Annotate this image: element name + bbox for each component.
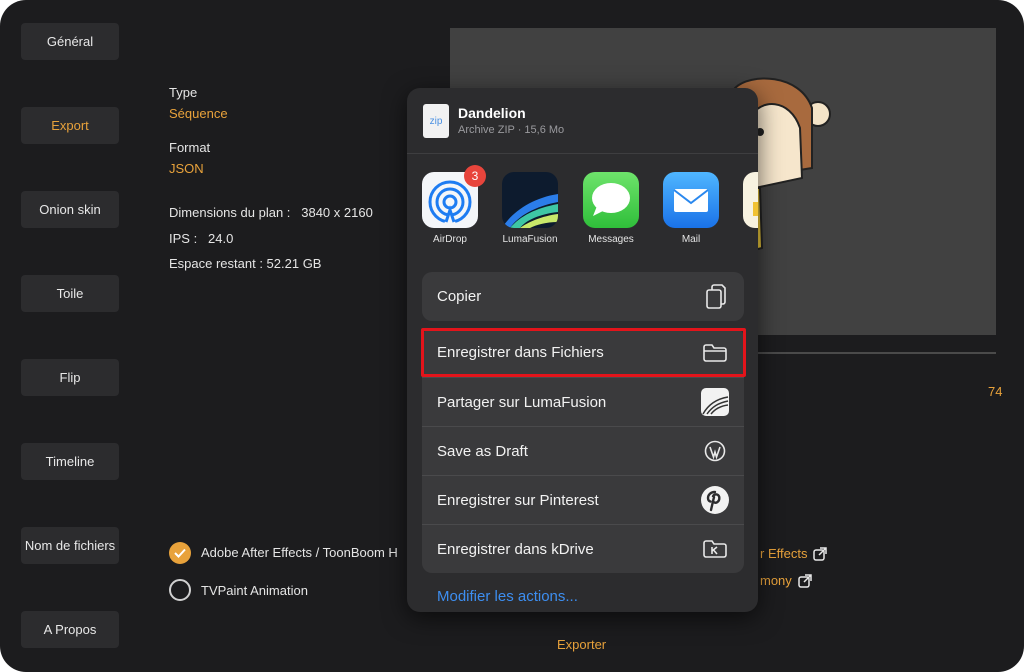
save-to-files-action[interactable]: Enregistrer dans Fichiers bbox=[422, 328, 744, 377]
sidebar-item-about[interactable]: A Propos bbox=[21, 611, 119, 648]
share-app-messages[interactable]: Messages bbox=[579, 172, 643, 245]
messages-icon bbox=[583, 172, 639, 228]
copy-label: Copier bbox=[437, 288, 482, 305]
action-label: Enregistrer dans kDrive bbox=[437, 540, 594, 558]
copy-icon bbox=[700, 282, 730, 312]
kdrive-icon bbox=[700, 534, 730, 564]
lumafusion-icon bbox=[502, 172, 558, 228]
copy-action[interactable]: Copier bbox=[422, 272, 744, 321]
app-label: Mail bbox=[681, 234, 701, 245]
sidebar-item-general[interactable]: Général bbox=[21, 23, 119, 60]
sidebar-item-flip[interactable]: Flip bbox=[21, 359, 119, 396]
dimensions-text: Dimensions du plan : 3840 x 2160 bbox=[169, 205, 373, 220]
app-label: AirDrop bbox=[433, 234, 467, 245]
share-app-partial[interactable] bbox=[743, 172, 758, 228]
share-app-lumafusion[interactable]: LumaFusion bbox=[498, 172, 562, 245]
actions-group: Enregistrer dans Fichiers Partager sur L… bbox=[422, 328, 744, 573]
after-effects-checkbox[interactable] bbox=[169, 542, 191, 564]
save-kdrive-action[interactable]: Enregistrer dans kDrive bbox=[422, 524, 744, 573]
file-meta: Archive ZIP · 15,6 Mo bbox=[458, 124, 565, 136]
external-link-icon bbox=[798, 573, 812, 588]
export-button[interactable]: Exporter bbox=[557, 637, 606, 652]
format-label: Format bbox=[169, 140, 211, 155]
type-label: Type bbox=[169, 85, 198, 100]
checkmark-icon bbox=[174, 548, 186, 558]
mail-icon bbox=[663, 172, 719, 228]
folder-icon bbox=[700, 338, 730, 368]
airdrop-icon: 3 bbox=[422, 165, 486, 228]
toonboom-link-label: mony bbox=[760, 573, 792, 588]
save-pinterest-action[interactable]: Enregistrer sur Pinterest bbox=[422, 475, 744, 524]
share-app-mail[interactable]: Mail bbox=[659, 172, 723, 245]
file-name: Dandelion bbox=[458, 105, 526, 121]
space-remaining-text: Espace restant : 52.21 GB bbox=[169, 256, 322, 271]
action-label: Partager sur LumaFusion bbox=[437, 393, 607, 411]
modify-actions-link[interactable]: Modifier les actions... bbox=[437, 588, 578, 605]
tvpaint-checkbox[interactable] bbox=[169, 579, 191, 601]
app-window: Général Export Onion skin Toile Flip Tim… bbox=[0, 0, 1024, 672]
after-effects-link[interactable]: r Effects bbox=[760, 546, 828, 561]
type-value: Séquence bbox=[169, 106, 228, 121]
after-effects-label: Adobe After Effects / ToonBoom H bbox=[201, 545, 398, 560]
tvpaint-label: TVPaint Animation bbox=[201, 583, 308, 598]
fps-text: IPS : 24.0 bbox=[169, 231, 234, 246]
action-label: Save as Draft bbox=[437, 442, 528, 460]
app-label: Messages bbox=[588, 234, 634, 245]
notes-icon bbox=[753, 202, 758, 216]
pinterest-icon bbox=[700, 485, 730, 515]
sidebar-item-onion-skin[interactable]: Onion skin bbox=[21, 191, 119, 228]
share-sheet-header: zip Dandelion Archive ZIP · 15,6 Mo bbox=[407, 88, 758, 154]
sidebar-item-toile[interactable]: Toile bbox=[21, 275, 119, 312]
share-sheet: zip Dandelion Archive ZIP · 15,6 Mo 3 Ai… bbox=[407, 88, 758, 612]
wordpress-icon bbox=[700, 436, 730, 466]
sidebar-item-file-names[interactable]: Nom de fichiers bbox=[21, 527, 119, 564]
sidebar-item-timeline[interactable]: Timeline bbox=[21, 443, 119, 480]
airdrop-badge: 3 bbox=[464, 165, 486, 187]
sidebar-item-export[interactable]: Export bbox=[21, 107, 119, 144]
toonboom-link[interactable]: mony bbox=[760, 573, 812, 588]
app-label: LumaFusion bbox=[502, 234, 558, 245]
after-effects-link-label: r Effects bbox=[760, 546, 808, 561]
lumafusion-icon bbox=[700, 387, 730, 417]
format-value: JSON bbox=[169, 161, 204, 176]
share-app-airdrop[interactable]: 3 AirDrop bbox=[418, 165, 486, 245]
copy-group: Copier bbox=[422, 272, 744, 321]
action-label: Enregistrer sur Pinterest bbox=[437, 491, 599, 509]
external-link-icon bbox=[813, 546, 828, 561]
share-lumafusion-action[interactable]: Partager sur LumaFusion bbox=[422, 377, 744, 426]
action-label: Enregistrer dans Fichiers bbox=[437, 344, 604, 361]
zip-file-icon: zip bbox=[423, 104, 449, 138]
save-as-draft-action[interactable]: Save as Draft bbox=[422, 426, 744, 475]
frame-count: 74 bbox=[988, 384, 1003, 399]
